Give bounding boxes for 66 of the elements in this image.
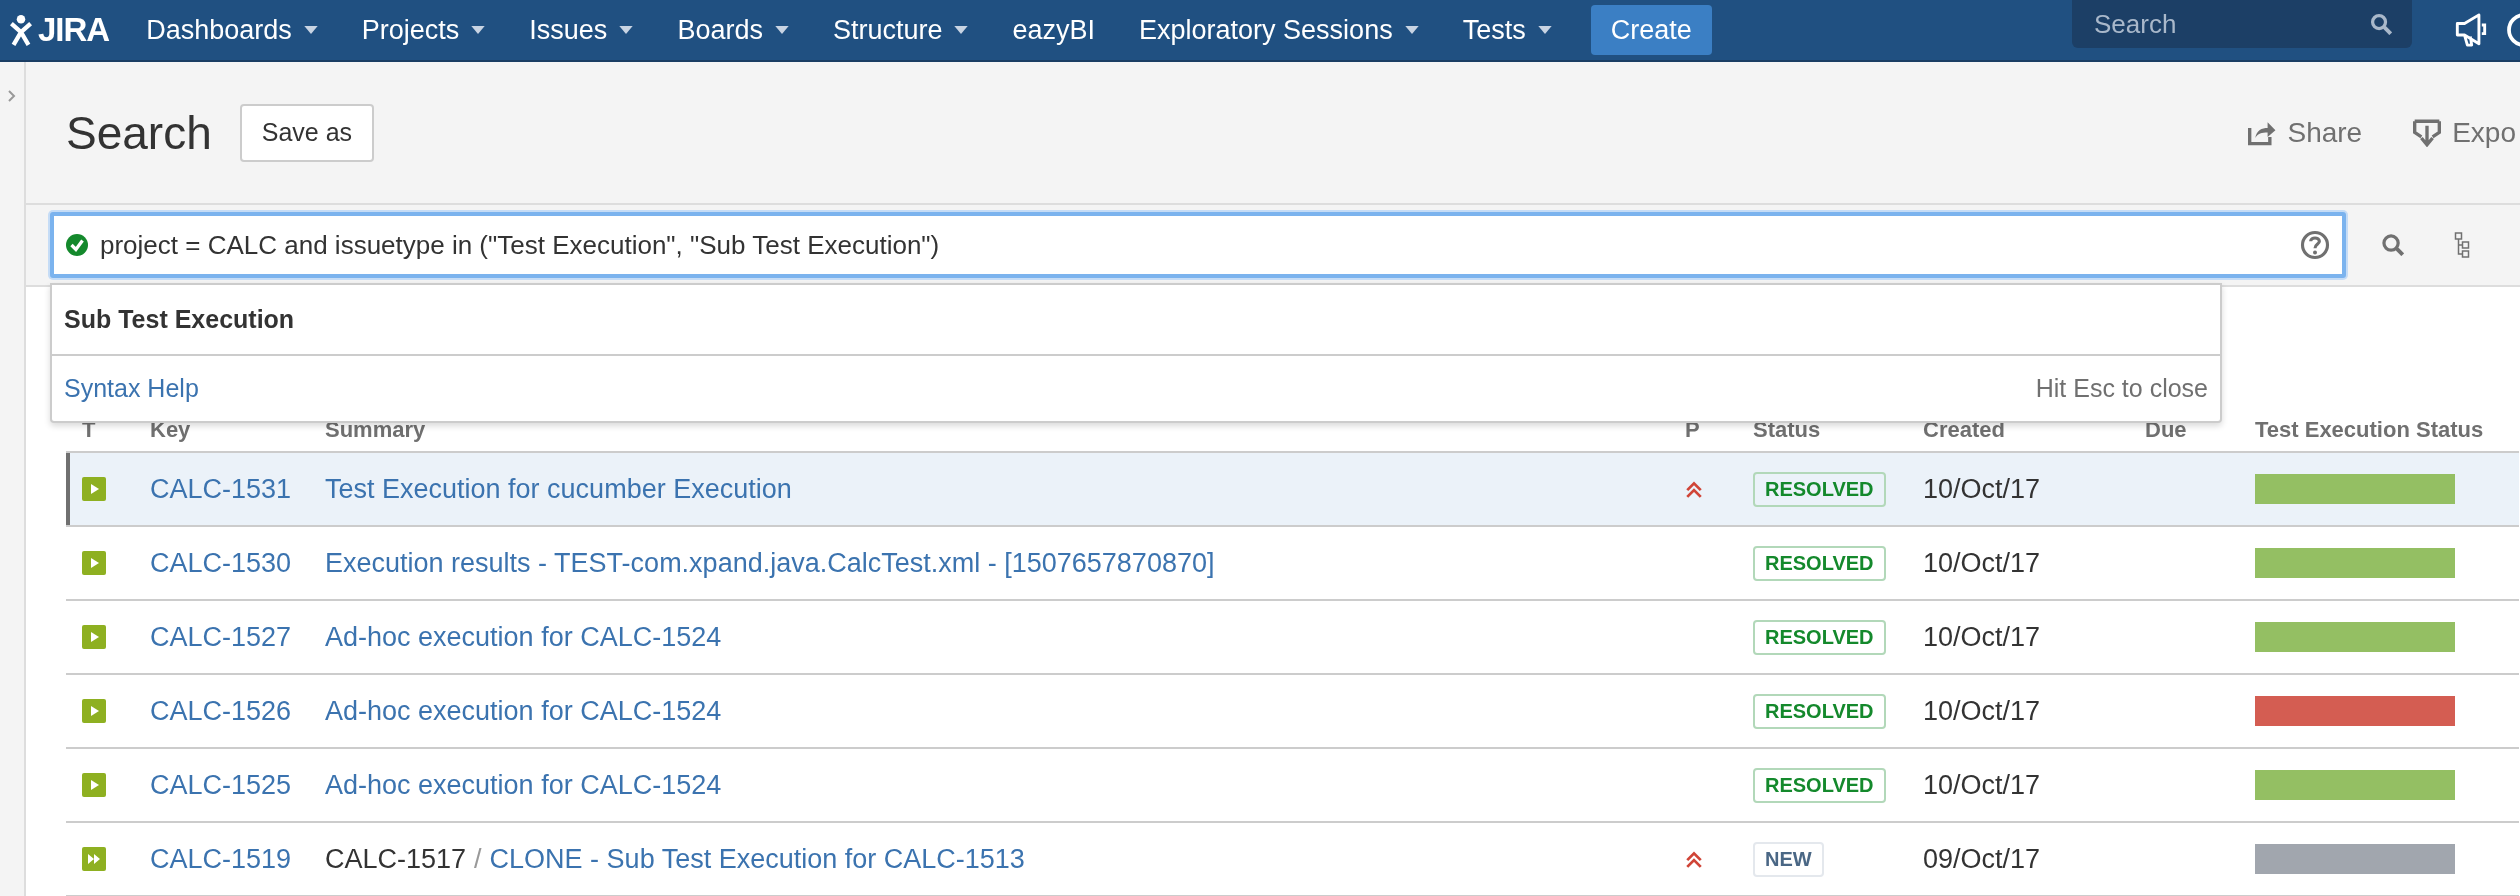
page-action-button[interactable]: Expo — [2412, 116, 2516, 149]
created-date: 10/Oct/17 — [1923, 547, 2041, 578]
issue-key-link[interactable]: CALC-1525 — [150, 769, 292, 800]
search-icon[interactable] — [2382, 234, 2404, 256]
hierarchy-icon[interactable] — [2454, 232, 2470, 258]
created-date: 10/Oct/17 — [1923, 769, 2041, 800]
nav-menu-item[interactable]: Exploratory Sessions — [1122, 14, 1436, 46]
search-box[interactable]: Search — [2072, 0, 2412, 48]
column-header[interactable]: Test Execution Status — [2255, 417, 2484, 442]
query-box[interactable]: project = CALC and issuetype in ("Test Execution", "Sub Test Execution") — [50, 212, 2346, 278]
save-as-button[interactable]: Save as — [239, 103, 375, 162]
play-icon — [82, 773, 106, 797]
created-date: 10/Oct/17 — [1923, 621, 2041, 652]
search-field[interactable]: Search — [2092, 7, 2370, 41]
created-date: 10/Oct/17 — [1923, 473, 2041, 504]
play-icon — [82, 551, 106, 575]
status-lozenge: RESOLVED — [1753, 693, 1886, 729]
issue-key-link[interactable]: CALC-1519 — [150, 843, 292, 874]
person-logo-icon — [8, 14, 34, 46]
logo-link[interactable]: JIRA — [0, 11, 120, 49]
summary-link[interactable]: Execution results - TEST-com.xpand.java.CalcTest.xml - [1507657870870] — [325, 547, 1215, 578]
summary-link[interactable]: Test Execution for cucumber Execution — [325, 473, 792, 504]
status-lozenge: RESOLVED — [1753, 619, 1886, 655]
created-date: 10/Oct/17 — [1923, 695, 2041, 726]
issue-row[interactable]: CALC-1525 Ad-hoc execution for CALC-1524 RESOLVED 10/Oct/17 — [66, 748, 2519, 822]
status-lozenge: NEW — [1753, 841, 1824, 877]
play-icon — [82, 699, 106, 723]
double-play-icon — [82, 847, 106, 871]
nav-menu-item[interactable]: Dashboards — [129, 14, 335, 46]
issue-row[interactable]: CALC-1526 Ad-hoc execution for CALC-1524 RESOLVED 10/Oct/17 — [66, 674, 2519, 748]
summary-link[interactable]: Ad-hoc execution for CALC-1524 — [325, 621, 722, 652]
nav-menu-item[interactable]: Projects — [344, 14, 503, 46]
parent-issue-link[interactable]: CALC-1517 — [325, 843, 467, 874]
issue-key-link[interactable]: CALC-1531 — [150, 473, 292, 504]
issue-key-link[interactable]: CALC-1527 — [150, 621, 292, 652]
summary-link[interactable]: Ad-hoc execution for CALC-1524 — [325, 695, 722, 726]
issue-key-link[interactable]: CALC-1526 — [150, 695, 292, 726]
summary-link[interactable]: Ad-hoc execution for CALC-1524 — [325, 769, 722, 800]
created-date: 09/Oct/17 — [1923, 843, 2041, 874]
megaphone-icon[interactable] — [2454, 12, 2488, 48]
close-hint: Hit Esc to close — [2035, 374, 2208, 403]
nav-menu-item[interactable]: Issues — [512, 14, 651, 46]
issue-key-link[interactable]: CALC-1530 — [150, 547, 292, 578]
nav-menu-item[interactable]: eazyBI — [995, 14, 1113, 46]
play-icon — [82, 477, 106, 501]
page-title: Search — [66, 105, 212, 160]
status-lozenge: RESOLVED — [1753, 767, 1886, 803]
status-lozenge: RESOLVED — [1753, 471, 1886, 507]
help-icon[interactable] — [2300, 230, 2330, 260]
issue-row[interactable]: CALC-1519 CALC-1517 / CLONE - Sub Test Execution for CALC-1513 NEW 09/Oct/17 — [66, 822, 2519, 896]
search-icon — [2370, 13, 2392, 35]
nav-menu-item[interactable]: Tests — [1445, 14, 1569, 46]
nav-menu-item[interactable]: Boards — [660, 14, 806, 46]
issue-row[interactable]: CALC-1531 Test Execution for cucumber Execution RESOLVED 10/Oct/17 — [66, 452, 2519, 526]
status-lozenge: RESOLVED — [1753, 545, 1886, 581]
syntax-help-link[interactable]: Syntax Help — [64, 374, 199, 403]
play-icon — [82, 625, 106, 649]
issue-row[interactable]: CALC-1530 Execution results - TEST-com.xpand.java.CalcTest.xml - [1507657870870] RESOLVED 10/Oct/17 — [66, 526, 2519, 600]
nav-menu-item[interactable]: Structure — [815, 14, 986, 46]
issue-row[interactable]: CALC-1527 Ad-hoc execution for CALC-1524 RESOLVED 10/Oct/17 — [66, 600, 2519, 674]
summary-link[interactable]: CLONE - Sub Test Execution for CALC-1513 — [489, 843, 1025, 874]
download-icon — [2412, 118, 2443, 147]
suggestion-item[interactable]: Sub Test Execution — [52, 285, 2220, 356]
create-button[interactable]: Create — [1590, 5, 1712, 55]
page-action-button[interactable]: Share — [2247, 116, 2363, 149]
separator: / — [474, 843, 482, 874]
